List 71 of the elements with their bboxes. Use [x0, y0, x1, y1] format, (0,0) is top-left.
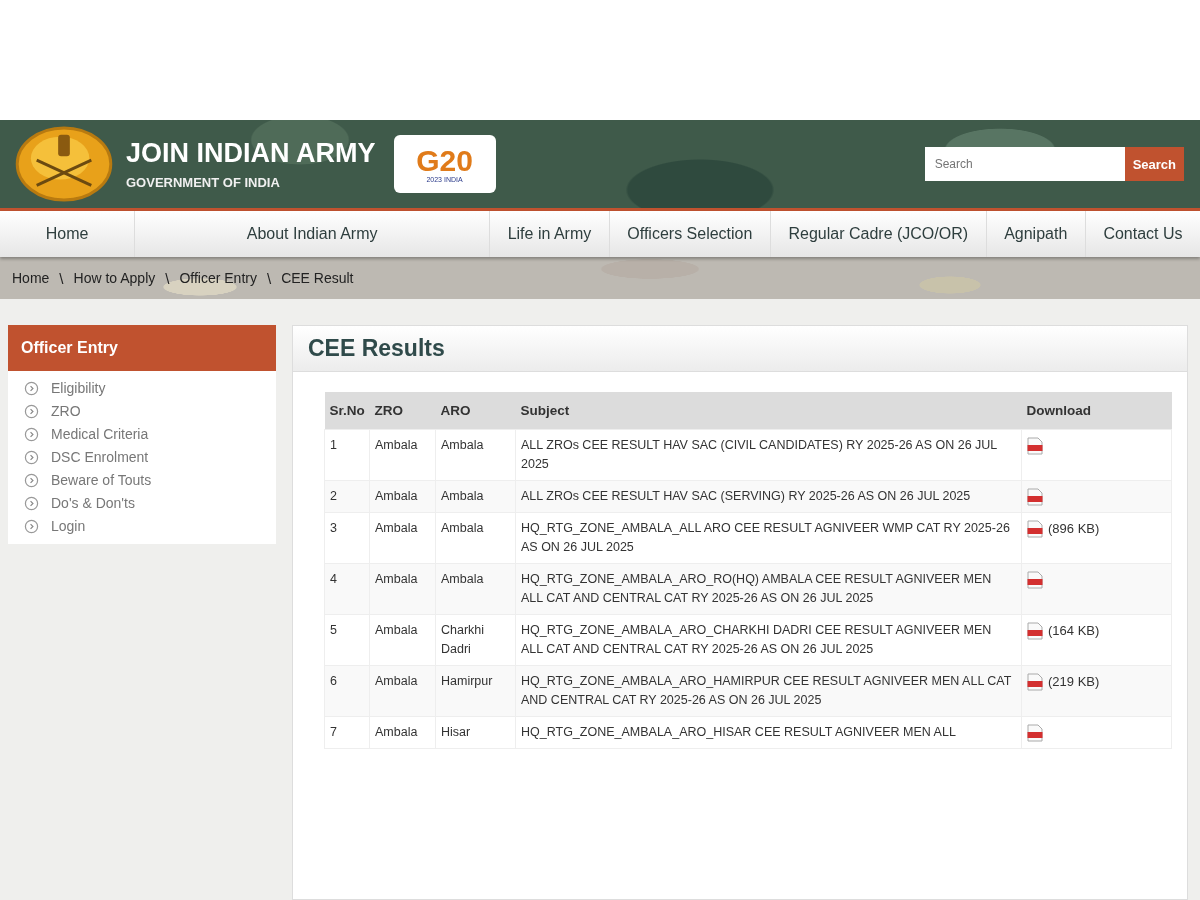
breadcrumb-link[interactable]: How to Apply	[73, 270, 156, 286]
nav-link[interactable]: Contact Us	[1085, 211, 1200, 257]
breadcrumb-separator: \	[266, 269, 272, 287]
breadcrumb-link[interactable]: Home	[12, 270, 50, 286]
column-header: Sr.No	[324, 392, 370, 430]
table-cell: Ambala	[435, 429, 516, 481]
table-cell: 3	[324, 512, 370, 564]
sidebar-heading: Officer Entry	[8, 325, 276, 371]
chevron-circle-icon	[24, 403, 39, 419]
column-header: Download	[1021, 392, 1172, 430]
table-cell: ALL ZROs CEE RESULT HAV SAC (SERVING) RY 2025-26 AS ON 26 JUL 2025	[515, 480, 1022, 513]
site-subtitle: GOVERNMENT OF INDIA	[126, 175, 281, 190]
sidebar-link[interactable]: Do's & Don'ts	[51, 495, 135, 511]
chevron-circle-icon	[24, 495, 39, 511]
chevron-circle-icon	[24, 426, 39, 442]
chevron-circle-icon	[24, 518, 39, 534]
chevron-circle-icon	[24, 449, 39, 465]
table-cell: Ambala	[369, 512, 436, 564]
table-cell: 7	[324, 716, 370, 749]
chevron-circle-icon	[24, 472, 39, 488]
table-cell: Ambala	[369, 665, 436, 717]
sidebar-link[interactable]: DSC Enrolment	[51, 449, 149, 465]
table-cell: Ambala	[369, 480, 436, 513]
pdf-file-icon[interactable]	[1027, 436, 1043, 455]
table-cell: Ambala	[435, 563, 516, 615]
table-cell: HQ_RTG_ZONE_AMBALA_ARO_RO(HQ) AMBALA CEE RESULT AGNIVEER MEN ALL CAT AND CENTRAL CAT RY 2025-26 AS ON 26 JUL 2025	[515, 563, 1022, 615]
breadcrumb-link[interactable]: CEE Result	[281, 270, 354, 286]
column-header: ZRO	[369, 392, 436, 430]
file-size: (896 KB)	[1048, 521, 1100, 537]
sidebar-link[interactable]: ZRO	[51, 403, 81, 419]
sidebar-link[interactable]: Beware of Touts	[51, 472, 152, 488]
table-cell: Ambala	[369, 429, 436, 481]
table-cell: 5	[324, 614, 370, 666]
pdf-file-icon[interactable]	[1027, 487, 1043, 506]
pdf-file-icon[interactable]	[1027, 570, 1043, 589]
table-cell: Hisar	[435, 716, 516, 749]
table-cell: HQ_RTG_ZONE_AMBALA_ARO_HAMIRPUR CEE RESULT AGNIVEER MEN ALL CAT AND CENTRAL CAT RY 2025-26 AS ON 26 JUL 2025	[515, 665, 1022, 717]
breadcrumb-link[interactable]: Officer Entry	[179, 270, 257, 286]
pdf-file-icon[interactable]	[1027, 519, 1043, 538]
site-title: JOIN INDIAN ARMY	[126, 138, 376, 169]
pdf-file-icon[interactable]	[1027, 621, 1043, 640]
page-heading: CEE Results	[308, 335, 445, 361]
sidebar-link[interactable]: Login	[51, 518, 86, 534]
column-header: Subject	[515, 392, 1022, 430]
table-cell: HQ_RTG_ZONE_AMBALA_ARO_CHARKHI DADRI CEE RESULT AGNIVEER MEN ALL CAT AND CENTRAL CAT RY 2025-26 AS ON 26 JUL 2025	[515, 614, 1022, 666]
pdf-file-icon[interactable]	[1027, 672, 1043, 691]
table-cell: Hamirpur	[435, 665, 516, 717]
table-cell: 6	[324, 665, 370, 717]
file-size: (164 KB)	[1048, 623, 1100, 639]
chevron-circle-icon	[24, 380, 39, 396]
table-cell: 2	[324, 480, 370, 513]
table-cell: Ambala	[435, 480, 516, 513]
table-cell: Ambala	[369, 614, 436, 666]
table-cell: 1	[324, 429, 370, 481]
table-cell: HQ_RTG_ZONE_AMBALA_ARO_HISAR CEE RESULT AGNIVEER MEN ALL	[515, 716, 1022, 749]
sidebar-link[interactable]: Eligibility	[51, 380, 106, 396]
pdf-file-icon[interactable]	[1027, 723, 1043, 742]
table-cell: Ambala	[435, 512, 516, 564]
search-button[interactable]: Search	[1124, 147, 1184, 181]
table-cell: Ambala	[369, 716, 436, 749]
table-cell: Ambala	[369, 563, 436, 615]
breadcrumb-separator: \	[165, 269, 170, 287]
table-cell: Charkhi Dadri	[435, 614, 516, 666]
file-size: (219 KB)	[1048, 674, 1100, 690]
breadcrumb-separator: \	[59, 269, 64, 287]
search-field[interactable]: Search	[924, 147, 1125, 181]
column-header: ARO	[435, 392, 516, 430]
table-cell: 4	[324, 563, 370, 615]
table-cell: ALL ZROs CEE RESULT HAV SAC (CIVIL CANDIDATES) RY 2025-26 AS ON 26 JUL 2025	[515, 429, 1022, 481]
sidebar-link[interactable]: Medical Criteria	[51, 426, 149, 442]
table-cell: HQ_RTG_ZONE_AMBALA_ALL ARO CEE RESULT AGNIVEER WMP CAT RY 2025-26 AS ON 26 JUL 2025	[515, 512, 1022, 564]
